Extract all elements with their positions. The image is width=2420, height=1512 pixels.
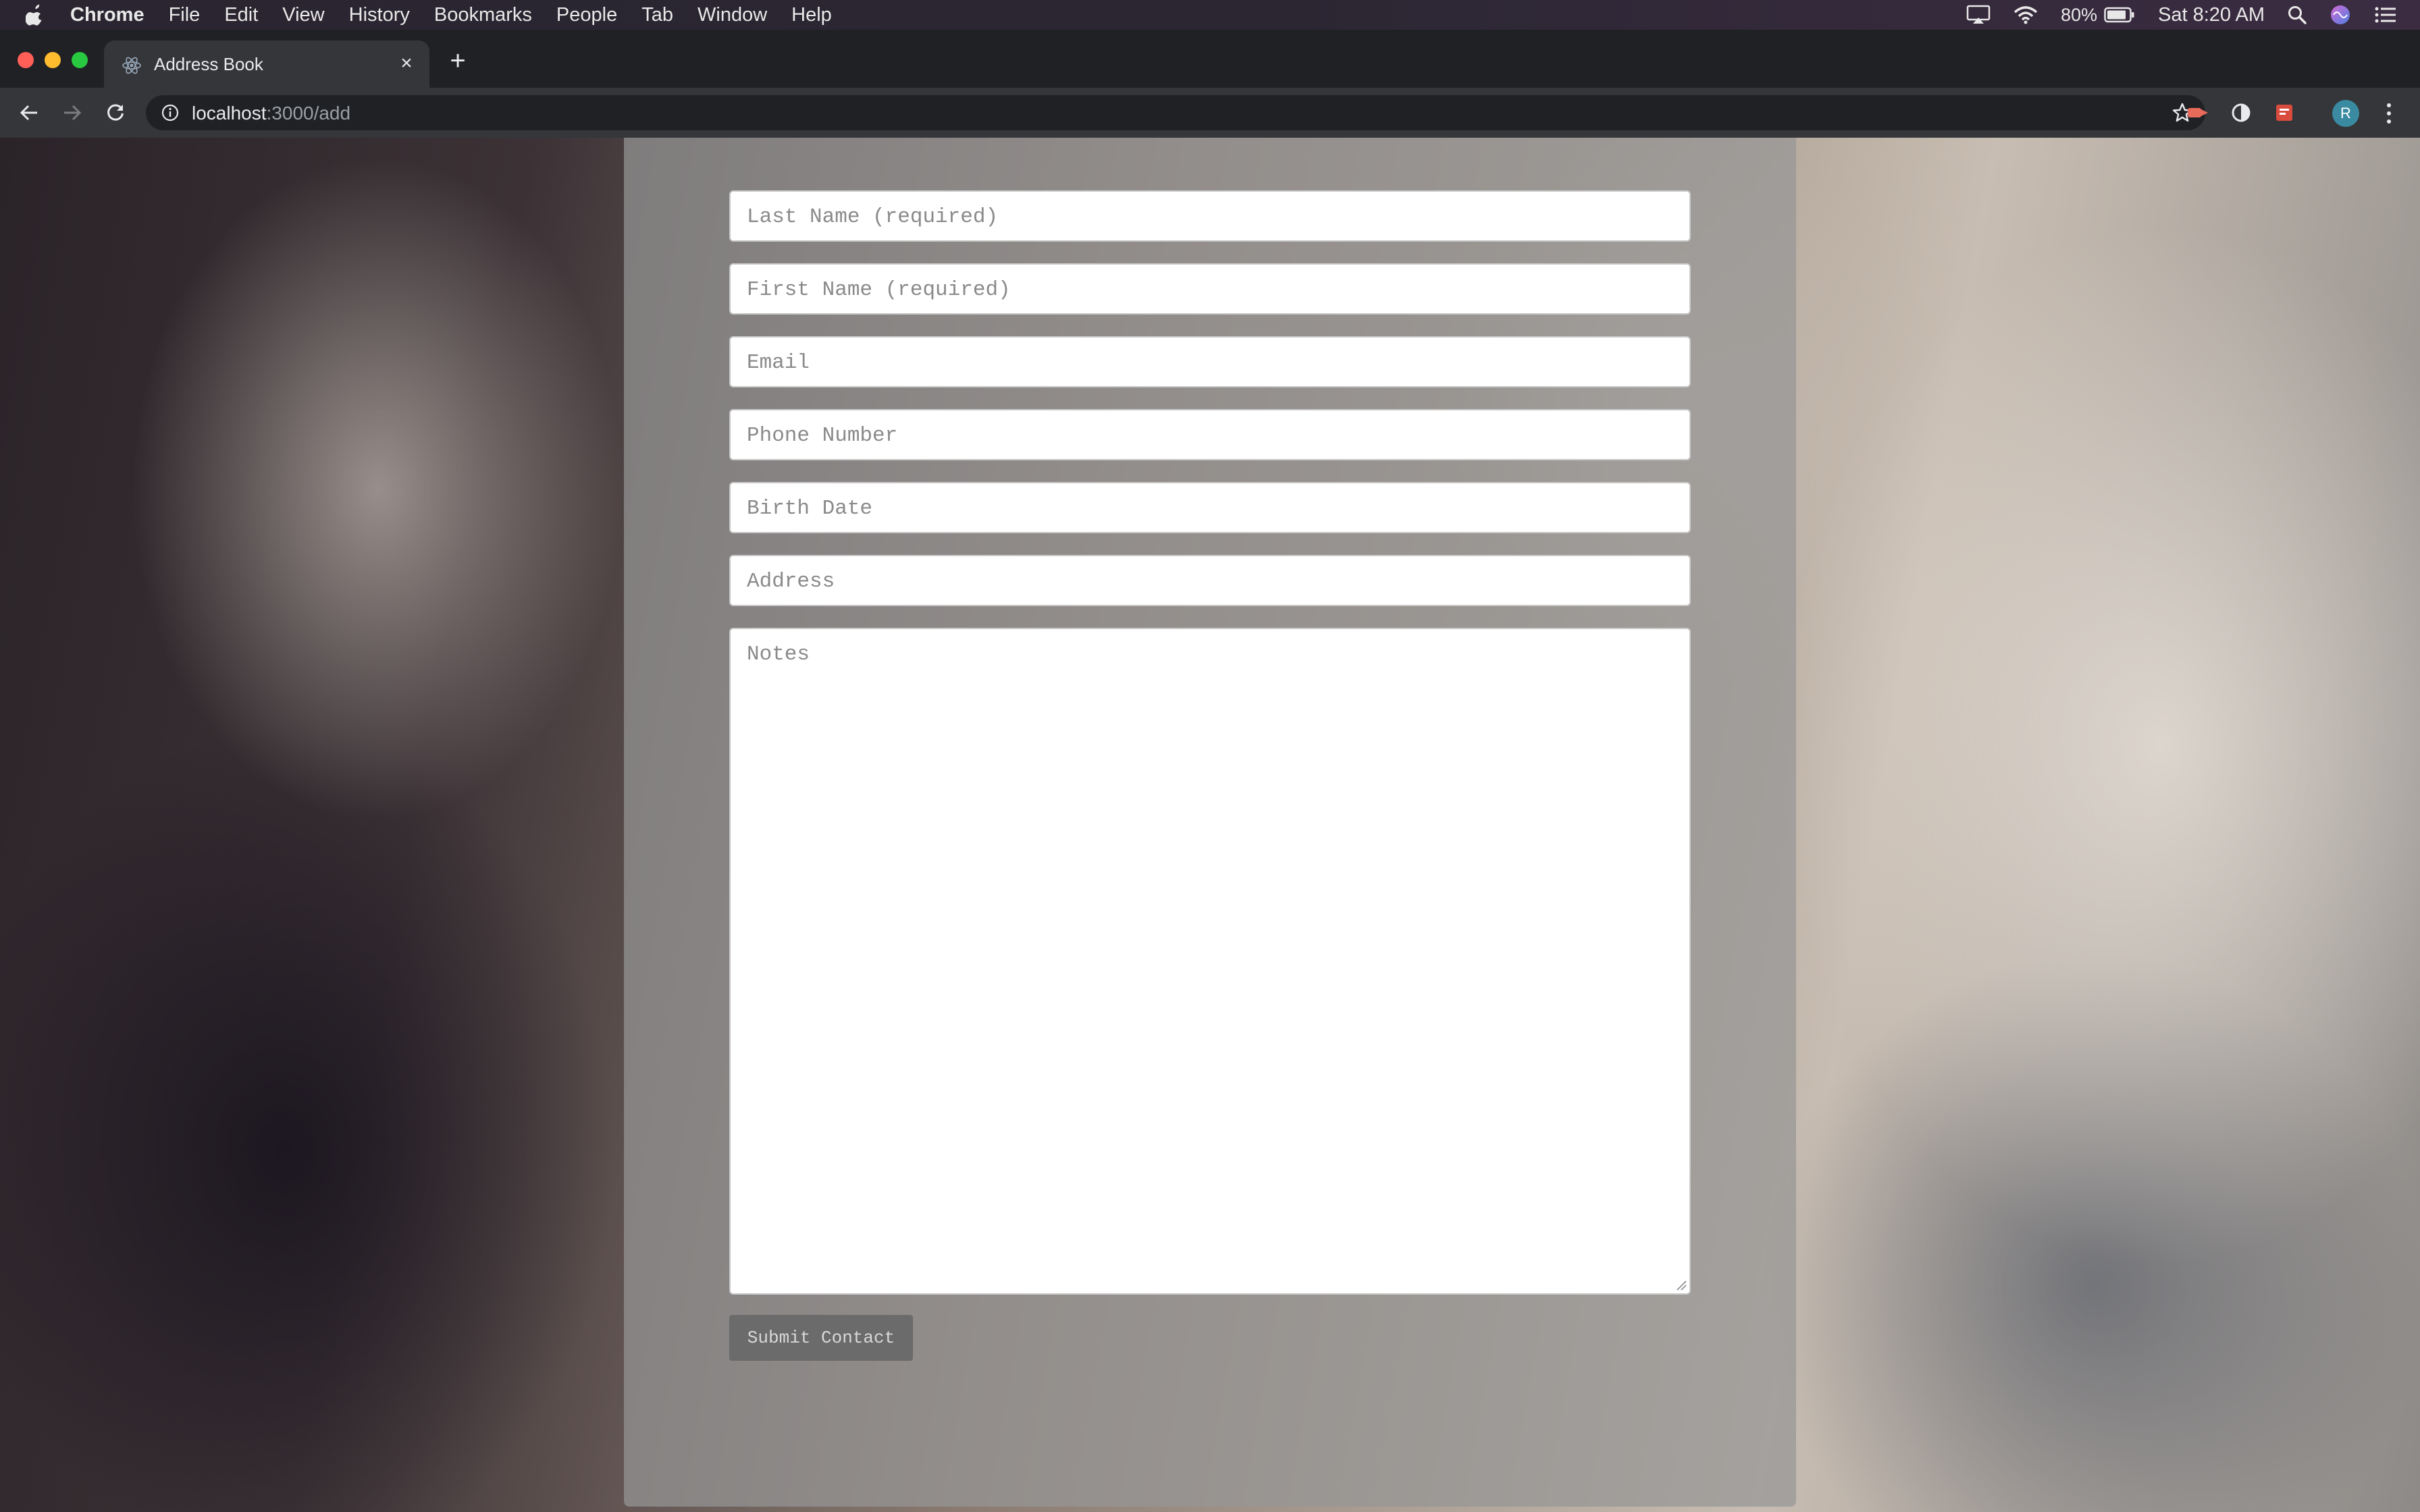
birth-date-placeholder: Birth Date (747, 497, 873, 520)
forward-button[interactable] (58, 99, 86, 127)
url-host: localhost (192, 103, 267, 124)
url-text[interactable]: localhost:3000/add (192, 103, 350, 124)
menu-history[interactable]: History (349, 4, 410, 26)
react-logo-icon (122, 55, 142, 76)
notification-center-icon[interactable] (2374, 5, 2397, 24)
window-close-button[interactable] (18, 52, 34, 68)
submit-contact-button[interactable]: Submit Contact (729, 1315, 913, 1361)
menu-chrome[interactable]: Chrome (70, 4, 144, 26)
last-name-placeholder: Last Name (required) (747, 205, 999, 229)
menu-view[interactable]: View (282, 4, 324, 26)
back-arrow-icon (20, 105, 37, 121)
first-name-input[interactable]: First Name (required) (729, 263, 1691, 315)
forward-arrow-icon (64, 105, 82, 121)
address-input[interactable]: Address (729, 555, 1691, 606)
extension-contrast-icon[interactable] (2228, 100, 2254, 126)
siri-icon[interactable] (2330, 4, 2351, 26)
wifi-icon[interactable] (2014, 5, 2038, 24)
menu-bookmarks[interactable]: Bookmarks (434, 4, 532, 26)
clock[interactable]: Sat 8:20 AM (2158, 4, 2265, 26)
phone-number-input[interactable]: Phone Number (729, 409, 1691, 460)
site-info-icon[interactable] (161, 103, 180, 122)
add-contact-form: Last Name (required) First Name (require… (624, 138, 1796, 1507)
notes-textarea[interactable]: Notes (729, 628, 1691, 1295)
battery-icon[interactable] (2104, 7, 2135, 23)
tab-close-button[interactable]: × (396, 53, 417, 74)
menu-tab[interactable]: Tab (641, 4, 673, 26)
back-button[interactable] (15, 99, 43, 127)
spotlight-search-icon[interactable] (2288, 5, 2307, 24)
tab-strip: Address Book × + (0, 30, 2420, 88)
macos-menu-bar: Chrome File Edit View History Bookmarks … (0, 0, 2420, 30)
reload-button[interactable] (101, 99, 130, 127)
chrome-menu-icon[interactable] (2382, 100, 2396, 127)
last-name-input[interactable]: Last Name (required) (729, 190, 1691, 242)
birth-date-input[interactable]: Birth Date (729, 482, 1691, 533)
menu-file[interactable]: File (169, 4, 201, 26)
extension-pdf-icon[interactable] (2271, 100, 2297, 126)
phone-number-placeholder: Phone Number (747, 424, 898, 448)
first-name-placeholder: First Name (required) (747, 278, 1011, 302)
menu-edit[interactable]: Edit (224, 4, 258, 26)
menu-help[interactable]: Help (791, 4, 832, 26)
tab-title: Address Book (154, 54, 263, 74)
menu-window[interactable]: Window (698, 4, 767, 26)
apple-icon[interactable] (26, 3, 46, 26)
window-minimize-button[interactable] (45, 52, 61, 68)
notes-placeholder: Notes (747, 643, 810, 666)
address-placeholder: Address (747, 570, 835, 593)
reload-icon (107, 104, 124, 121)
address-bar[interactable]: localhost:3000/add (146, 95, 2205, 130)
new-tab-button[interactable]: + (446, 47, 470, 74)
browser-toolbar: localhost:3000/add R (0, 88, 2420, 138)
screen: Chrome File Edit View History Bookmarks … (0, 0, 2420, 1512)
window-zoom-button[interactable] (72, 52, 88, 68)
page-background: Last Name (required) First Name (require… (0, 138, 2420, 1512)
extension-red-icon[interactable] (2185, 100, 2211, 126)
battery-percent[interactable]: 80% (2061, 5, 2097, 26)
menu-bar-status-area: 80% Sat 8:20 AM (1966, 0, 2420, 30)
tab-address-book[interactable]: Address Book × (104, 40, 429, 88)
menu-people[interactable]: People (556, 4, 617, 26)
url-path: :3000/add (266, 103, 351, 124)
airplay-icon[interactable] (1966, 5, 1991, 25)
resize-handle-icon[interactable] (1675, 1278, 1687, 1291)
profile-avatar[interactable]: R (2332, 100, 2359, 127)
email-placeholder: Email (747, 351, 810, 375)
email-input[interactable]: Email (729, 336, 1691, 387)
